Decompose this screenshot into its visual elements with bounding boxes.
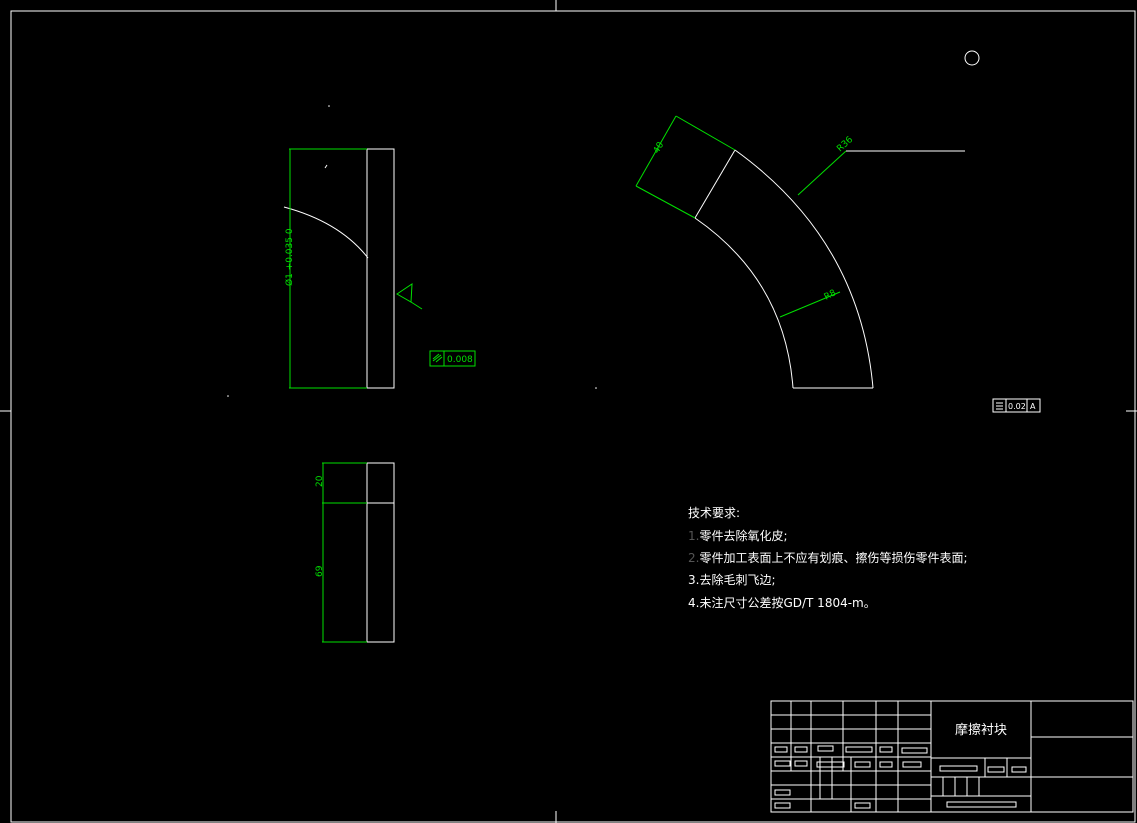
- requirement-item-3: 3.去除毛刺飞边;: [688, 572, 776, 587]
- cad-drawing: Ø1 +0.035 0 0.008 20 69 40 R36 R8 0.02 A…: [0, 0, 1137, 823]
- requirement-number: 2.: [688, 551, 699, 565]
- arc-width-extension-2: [675, 115, 736, 151]
- tolerance-value-text: 0.02: [1008, 402, 1026, 411]
- requirement-text: 零件加工表面上不应有划痕、擦伤等损伤零件表面;: [699, 550, 967, 565]
- requirement-text: 零件去除氧化皮;: [699, 528, 787, 543]
- arc-width-text: 40: [652, 140, 667, 155]
- requirements-title: 技术要求:: [688, 506, 740, 520]
- arc-inner-edge: [694, 217, 794, 389]
- stray-dot: [328, 105, 330, 107]
- arc-view: 40 R36 R8 0.02 A: [635, 115, 1041, 413]
- side-view: 20 69: [315, 462, 395, 643]
- title-block: 摩擦衬块: [770, 700, 1134, 813]
- requirement-item-2: 2.零件加工表面上不应有划痕、擦伤等损伤零件表面;: [688, 550, 968, 565]
- drawing-border: [10, 10, 1136, 823]
- technical-requirements: 技术要求: 1.零件去除氧化皮; 2.零件加工表面上不应有划痕、擦伤等损伤零件表…: [688, 506, 968, 610]
- front-view: Ø1 +0.035 0 0.008: [283, 148, 476, 389]
- requirement-number: 1.: [688, 529, 699, 543]
- requirement-number: 4.: [688, 596, 699, 610]
- flatness-symbol-icon: [432, 353, 443, 363]
- surface-finish-symbol: [396, 283, 423, 310]
- arc-width-extension-1: [635, 185, 696, 219]
- side-view-outline: [366, 462, 395, 643]
- registration-circle: [964, 50, 980, 66]
- front-view-outline: [366, 148, 395, 389]
- stray-dot: [595, 387, 597, 389]
- symmetry-symbol-icon: [996, 402, 1003, 410]
- arc-section-line: [694, 149, 736, 219]
- side-dim-bottom-text: 69: [315, 565, 325, 577]
- diameter-dimension-text: Ø1 +0.035 0: [284, 228, 295, 286]
- break-line: [283, 206, 369, 259]
- requirement-text: 未注尺寸公差按GD/T 1804-m。: [699, 595, 875, 610]
- inner-radius-text: R8: [823, 288, 839, 303]
- side-dim-top-text: 20: [315, 475, 325, 487]
- front-view-mark: [324, 164, 328, 169]
- requirement-text: 去除毛刺飞边;: [699, 572, 775, 587]
- requirement-number: 3.: [688, 573, 699, 587]
- requirement-item-4: 4.未注尺寸公差按GD/T 1804-m。: [688, 595, 876, 610]
- revision-grid: [771, 701, 931, 812]
- flatness-tolerance-value: 0.008: [447, 355, 473, 365]
- part-name: 摩擦衬块: [955, 722, 1007, 738]
- tolerance-datum-text: A: [1030, 402, 1036, 411]
- requirement-item-1: 1.零件去除氧化皮;: [688, 528, 788, 543]
- outer-radius-leader: [797, 150, 847, 196]
- stray-dot: [227, 395, 229, 397]
- arc-outer-edge: [734, 149, 874, 389]
